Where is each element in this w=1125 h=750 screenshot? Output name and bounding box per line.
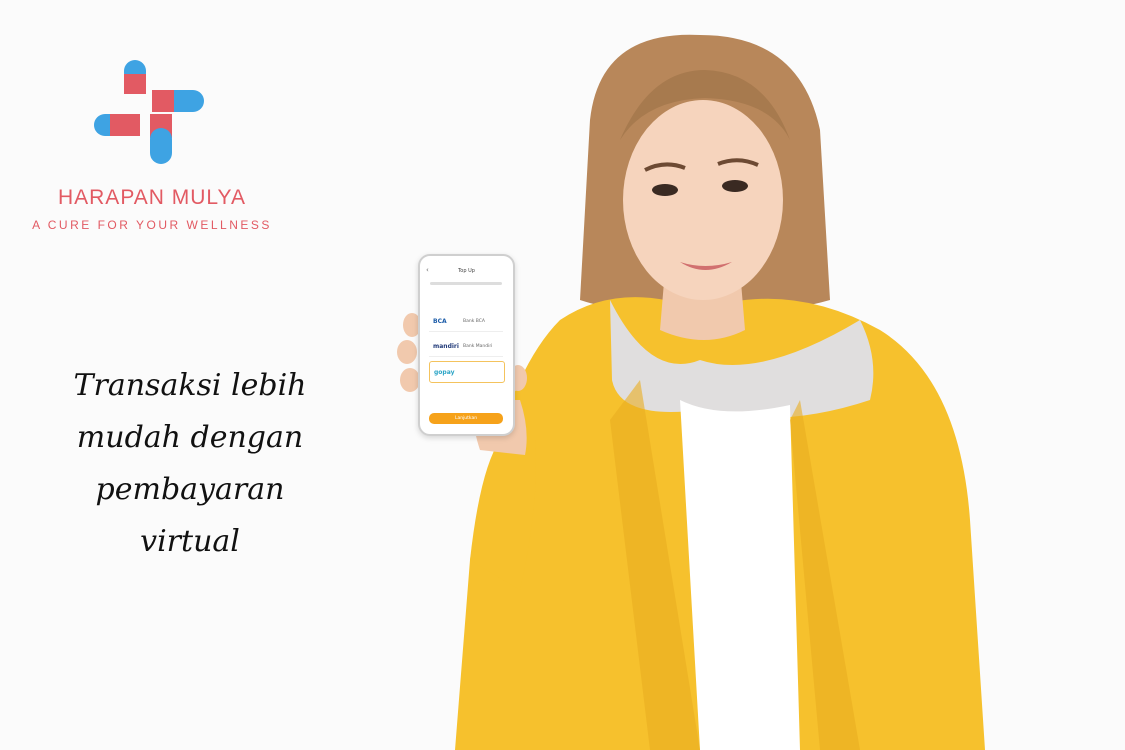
brand-name: HARAPAN MULYA [57,186,247,209]
bank-option: mandiri Bank Mandiri [429,336,503,357]
headline-line: virtual [140,524,240,559]
phone-continue-button: Lanjutkan [429,413,503,424]
headline-line: mudah dengan [76,420,304,455]
bank-logo: BCA [433,318,447,325]
bank-logo: gopay [434,369,455,376]
bank-name: Bank Mandiri [463,344,493,349]
headline-line: Transaksi lebih [73,368,307,403]
phone-mockup: ‹ Top Up BCA Bank BCA mandiri Bank Mandi… [418,254,515,436]
brand-logo: HARAPAN MULYA A CURE FOR YOUR WELLNESS [22,50,282,240]
headline-line: pembayaran [95,472,285,507]
bank-name: Bank BCA [463,319,485,324]
phone-subtitle-line [430,282,502,285]
pharmacy-cross-icon [94,60,204,164]
phone-screen-title: Top Up [458,268,475,274]
bank-option: gopay [429,361,505,383]
bank-logo: mandiri [433,343,459,350]
headline: Transaksi lebih mudah dengan pembayaran … [40,360,340,568]
bank-option: BCA Bank BCA [429,311,503,332]
brand-tagline: A CURE FOR YOUR WELLNESS [32,218,272,232]
